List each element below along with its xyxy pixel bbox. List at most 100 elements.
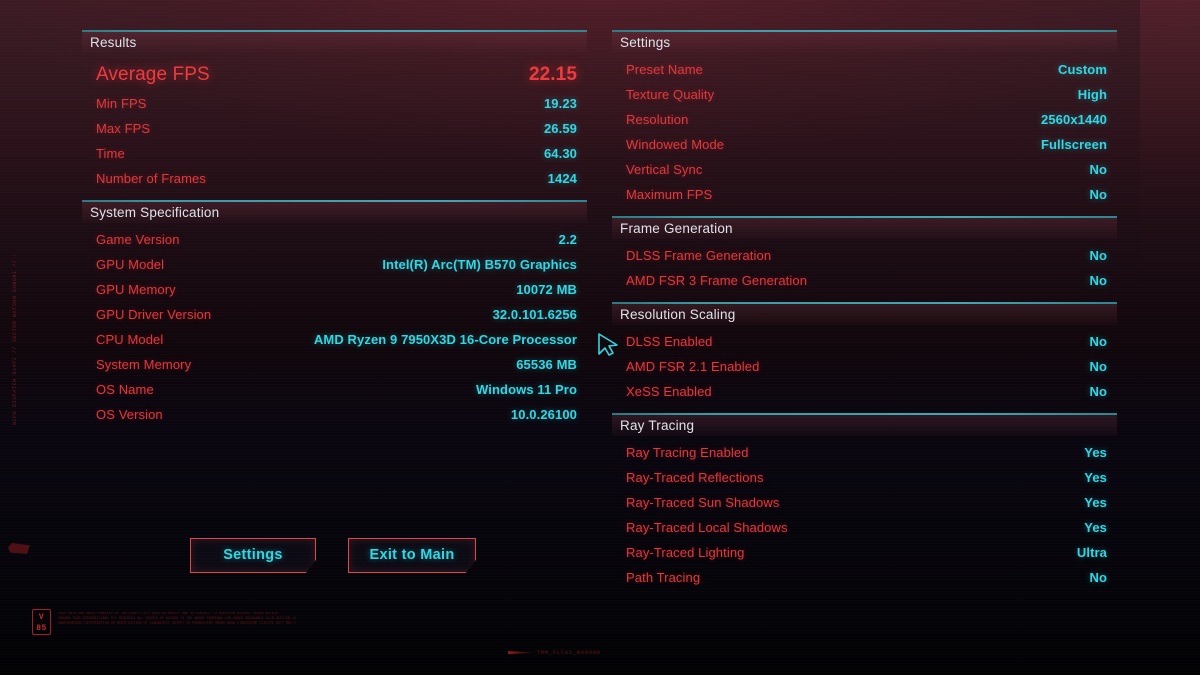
row-value: AMD Ryzen 9 7950X3D 16-Core Processor xyxy=(313,332,577,347)
ray-tracing-rows: Ray Tracing Enabled Yes Ray-Traced Refle… xyxy=(612,436,1117,590)
exit-to-main-menu-button[interactable]: Exit to Main Menu xyxy=(348,538,476,573)
row-label: Preset Name xyxy=(626,62,703,77)
row-value: 10.0.26100 xyxy=(510,407,577,422)
edge-glow xyxy=(1140,0,1200,300)
row-value: Yes xyxy=(1084,495,1107,510)
row-value: No xyxy=(1089,359,1107,374)
row-value: 64.30 xyxy=(543,146,577,161)
result-row-number-of-frames: Number of Frames 1424 xyxy=(82,166,587,191)
row-value: Windows 11 Pro xyxy=(476,382,577,397)
row-label: Ray Tracing Enabled xyxy=(626,445,749,460)
setting-row-preset-name: Preset Name Custom xyxy=(612,57,1117,82)
results-section: Results Average FPS 22.15 Min FPS 19.23 … xyxy=(82,30,587,191)
left-panel: Results Average FPS 22.15 Min FPS 19.23 … xyxy=(82,30,587,427)
resolution-scaling-rows: DLSS Enabled No AMD FSR 2.1 Enabled No X… xyxy=(612,325,1117,404)
row-value: No xyxy=(1089,162,1107,177)
row-value: 1424 xyxy=(547,171,577,186)
row-value: Yes xyxy=(1084,445,1107,460)
row-label: Path Tracing xyxy=(626,570,701,585)
row-value: 32.0.101.6256 xyxy=(492,307,577,322)
settings-button[interactable]: Settings xyxy=(190,538,316,573)
watermark-code: TRM_FLCAS_B00096 xyxy=(508,650,601,656)
fineprint-line: UNAUTHORIZED DISTRIBUTION OR MODIFICATIO… xyxy=(58,622,297,627)
watermark-dash-icon xyxy=(508,651,532,655)
result-row-average-fps: Average FPS 22.15 xyxy=(82,57,587,91)
row-label: Ray-Traced Local Shadows xyxy=(626,520,788,535)
setting-row-ray-tracing-enabled: Ray Tracing Enabled Yes xyxy=(612,440,1117,465)
setting-row-maximum-fps: Maximum FPS No xyxy=(612,182,1117,207)
watermark-label: TRM_FLCAS_B00096 xyxy=(537,650,602,656)
row-value: No xyxy=(1089,384,1107,399)
row-label: DLSS Enabled xyxy=(626,334,713,349)
result-row-time: Time 64.30 xyxy=(82,141,587,166)
row-label: OS Name xyxy=(96,382,154,397)
row-label: Number of Frames xyxy=(96,171,206,186)
setting-row-ray-traced-reflections: Ray-Traced Reflections Yes xyxy=(612,465,1117,490)
ray-tracing-section: Ray Tracing Ray Tracing Enabled Yes Ray-… xyxy=(612,413,1117,590)
setting-row-dlss-frame-generation: DLSS Frame Generation No xyxy=(612,243,1117,268)
row-label: CPU Model xyxy=(96,332,164,347)
spec-row-os-name: OS Name Windows 11 Pro xyxy=(82,377,587,402)
row-label: Game Version xyxy=(96,232,180,247)
fineprint-line: TRAUMA TEAM INTERNATIONAL PLC RESERVES A… xyxy=(58,617,297,622)
row-label: OS Version xyxy=(96,407,163,422)
row-label: XeSS Enabled xyxy=(626,384,712,399)
row-value: Yes xyxy=(1084,470,1107,485)
row-value: 10072 MB xyxy=(516,282,577,297)
row-label: Resolution xyxy=(626,112,689,127)
row-label: GPU Driver Version xyxy=(96,307,212,322)
settings-header: Settings xyxy=(612,32,1117,53)
resolution-scaling-section: Resolution Scaling DLSS Enabled No AMD F… xyxy=(612,302,1117,404)
spec-row-gpu-driver-version: GPU Driver Version 32.0.101.6256 xyxy=(82,302,587,327)
setting-row-ray-traced-local-shadows: Ray-Traced Local Shadows Yes xyxy=(612,515,1117,540)
benchmark-results-screen: Results Average FPS 22.15 Min FPS 19.23 … xyxy=(0,0,1200,675)
setting-row-path-tracing: Path Tracing No xyxy=(612,565,1117,590)
row-value: Yes xyxy=(1084,520,1107,535)
fineprint-line: THIS DATA HAS BEEN COMPILED BY THE NIGHT… xyxy=(58,612,278,616)
row-label: Ray-Traced Lighting xyxy=(626,545,745,560)
results-rows: Average FPS 22.15 Min FPS 19.23 Max FPS … xyxy=(82,53,587,191)
row-value: 2.2 xyxy=(558,232,577,247)
row-value: 65536 MB xyxy=(516,357,577,372)
row-value: Intel(R) Arc(TM) B570 Graphics xyxy=(382,257,577,272)
button-bar: Settings Exit to Main Menu xyxy=(190,538,476,573)
row-label: Windowed Mode xyxy=(626,137,725,152)
setting-row-texture-quality: Texture Quality High xyxy=(612,82,1117,107)
spec-row-os-version: OS Version 10.0.26100 xyxy=(82,402,587,427)
row-value: No xyxy=(1089,334,1107,349)
edge-decoration-text: NCPD DISPATCH 0x4F2 // SECTOR WATSON KAB… xyxy=(12,255,18,425)
row-label: System Memory xyxy=(96,357,192,372)
system-specification-section: System Specification Game Version 2.2 GP… xyxy=(82,200,587,427)
badge-top-label: V xyxy=(38,613,45,622)
row-label: Ray-Traced Reflections xyxy=(626,470,764,485)
row-value: Custom xyxy=(1058,62,1107,77)
frame-generation-section: Frame Generation DLSS Frame Generation N… xyxy=(612,216,1117,293)
setting-row-ray-traced-sun-shadows: Ray-Traced Sun Shadows Yes xyxy=(612,490,1117,515)
row-value: 26.59 xyxy=(543,121,577,136)
row-value: High xyxy=(1077,87,1107,102)
spec-row-game-version: Game Version 2.2 xyxy=(82,227,587,252)
row-label: Average FPS xyxy=(96,64,210,85)
settings-section: Settings Preset Name Custom Texture Qual… xyxy=(612,30,1117,207)
row-value: No xyxy=(1089,570,1107,585)
spec-row-system-memory: System Memory 65536 MB xyxy=(82,352,587,377)
row-label: Maximum FPS xyxy=(626,187,713,202)
legal-fineprint: THIS DATA HAS BEEN COMPILED BY THE NIGHT… xyxy=(58,612,358,628)
right-panel: Settings Preset Name Custom Texture Qual… xyxy=(612,30,1117,590)
spec-row-gpu-model: GPU Model Intel(R) Arc(TM) B570 Graphics xyxy=(82,252,587,277)
result-row-max-fps: Max FPS 26.59 xyxy=(82,116,587,141)
row-label: Vertical Sync xyxy=(626,162,703,177)
setting-row-ray-traced-lighting: Ray-Traced Lighting Ultra xyxy=(612,540,1117,565)
corner-decoration-mark xyxy=(8,543,30,554)
setting-row-amd-fsr3-frame-generation: AMD FSR 3 Frame Generation No xyxy=(612,268,1117,293)
ray-tracing-header: Ray Tracing xyxy=(612,415,1117,436)
row-value: 19.23 xyxy=(543,96,577,111)
setting-row-dlss-enabled: DLSS Enabled No xyxy=(612,329,1117,354)
row-value: No xyxy=(1089,273,1107,288)
spec-row-gpu-memory: GPU Memory 10072 MB xyxy=(82,277,587,302)
version-badge: V 85 xyxy=(32,609,51,635)
row-label: GPU Model xyxy=(96,257,165,272)
row-label: GPU Memory xyxy=(96,282,176,297)
